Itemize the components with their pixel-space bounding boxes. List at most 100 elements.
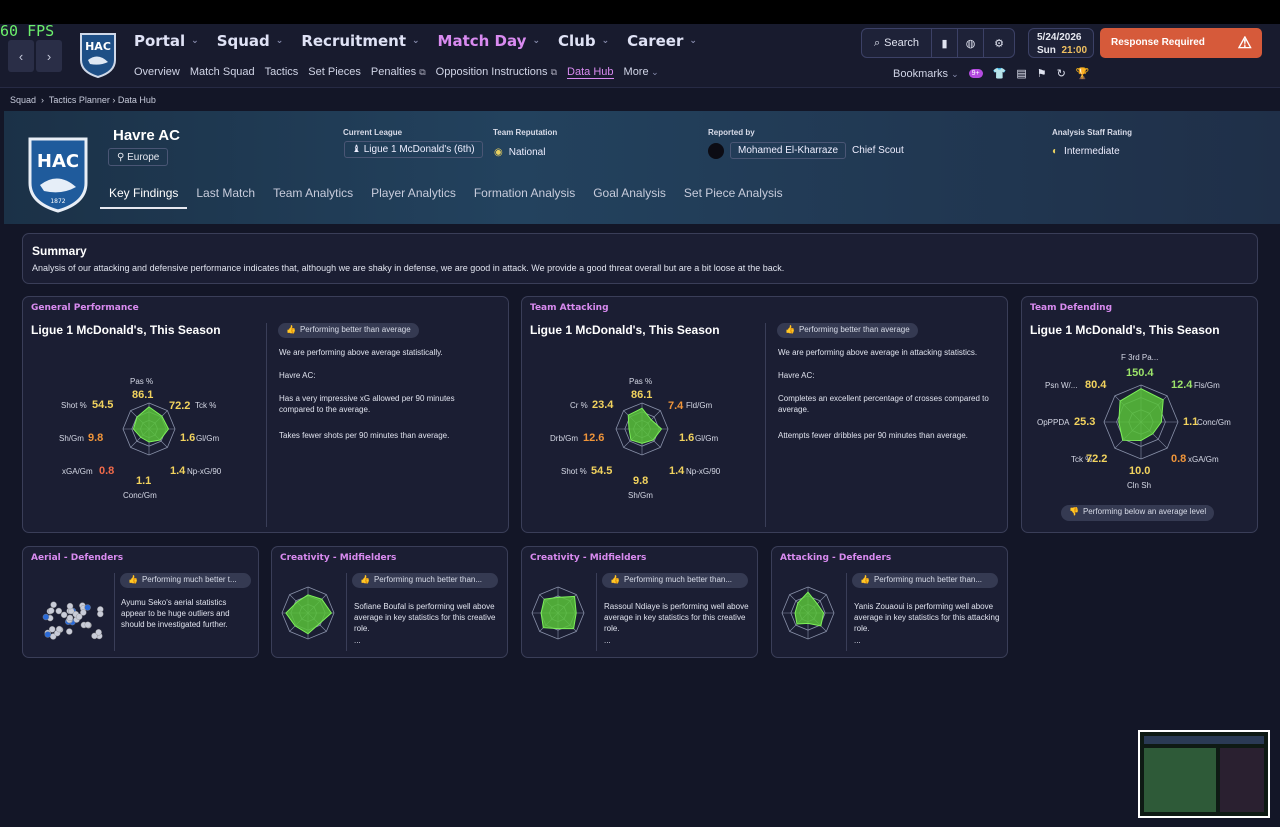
subnav-data-hub[interactable]: Data Hub — [567, 66, 614, 79]
scout-info[interactable]: Mohamed El-Kharraze Chief Scout — [708, 142, 904, 159]
aerial-defenders-card[interactable]: Aerial - Defenders 👍 Performing much bett… — [22, 546, 259, 658]
nav-club[interactable]: Club ⌄ — [558, 32, 609, 50]
bookmark-icon[interactable]: ▮ — [932, 29, 958, 57]
team-header: HAC 1872 Havre AC ⚲ Europe Current Leagu… — [4, 111, 1280, 224]
stat-value: 86.1 — [631, 389, 653, 401]
card-title: Creativity - Midfielders — [280, 553, 397, 563]
inbox-badge[interactable]: 9+ — [968, 69, 983, 78]
card-title: General Performance — [31, 303, 139, 313]
scatter-point — [56, 625, 63, 633]
date-widget[interactable]: 5/24/2026 Sun 21:00 — [1028, 28, 1094, 58]
stat-value: 12.4 — [1171, 379, 1193, 391]
response-required-button[interactable]: Response Required ⚠ — [1100, 28, 1262, 58]
stat-label: xGA/Gm — [1188, 455, 1219, 464]
scatter-point — [95, 629, 102, 636]
thumbs-up-icon: 👍 — [360, 575, 370, 584]
scatter-point — [47, 607, 55, 614]
stat-label: Gl/Gm — [196, 434, 220, 443]
svg-text:1872: 1872 — [50, 198, 65, 205]
stat-label: Sh/Gm — [59, 434, 84, 443]
attacking-defenders-card[interactable]: Attacking - Defenders 👍 Performing much b… — [771, 546, 1008, 658]
finding-text: Completes an excellent percentage of cro… — [778, 394, 989, 414]
thumbs-up-icon: 👍 — [610, 575, 620, 584]
minimap-preview[interactable] — [1138, 730, 1270, 818]
team-attacking-card[interactable]: Team Attacking Ligue 1 McDonald's, This … — [521, 296, 1008, 533]
tab-last-match[interactable]: Last Match — [187, 186, 264, 209]
subnav-overview[interactable]: Overview — [134, 66, 180, 79]
creativity-midfielders-card[interactable]: Creativity - Midfielders 👍 Performing muc… — [521, 546, 758, 658]
stat-value: 1.4 — [170, 465, 186, 477]
tab-goal-analysis[interactable]: Goal Analysis — [584, 186, 675, 209]
club-crest-icon[interactable]: HAC — [78, 30, 118, 78]
radar-chart — [781, 586, 835, 640]
subnav-more[interactable]: More ⌄ — [624, 66, 659, 79]
refresh-icon[interactable]: ↻ — [1057, 67, 1066, 80]
day: Sun — [1037, 45, 1056, 56]
divider — [114, 573, 115, 651]
scatter-point — [55, 607, 62, 615]
search-toolbar: ⌕ Search ▮ ◍ ⚙ — [861, 28, 1015, 58]
gear-icon[interactable]: ⚙ — [984, 29, 1014, 57]
stat-label: Pas % — [130, 377, 154, 386]
main-header: ‹ › HAC Portal ⌄ Squad ⌄ Recruitment ⌄ Matc… — [0, 24, 1280, 88]
thumbs-down-icon: 👎 — [1069, 507, 1079, 516]
thumbs-up-icon: 👍 — [785, 325, 795, 334]
finding-text: Havre AC: — [778, 371, 815, 380]
stat-value: 0.8 — [1171, 453, 1187, 465]
nav-career[interactable]: Career ⌄ — [627, 32, 697, 50]
time: 21:00 — [1061, 45, 1088, 56]
trophy-icon[interactable]: 🏆 — [1076, 67, 1090, 80]
league-value[interactable]: ♝ Ligue 1 McDonald's (6th) — [344, 141, 483, 158]
subnav-set-pieces[interactable]: Set Pieces — [308, 66, 361, 79]
scatter-point — [66, 602, 74, 610]
nav-recruitment[interactable]: Recruitment ⌄ — [301, 32, 419, 50]
card-subtitle: Ligue 1 McDonald's, This Season — [1030, 323, 1220, 337]
svg-text:HAC: HAC — [37, 151, 79, 172]
ball-icon[interactable]: ◍ — [958, 29, 984, 57]
scatter-point — [42, 613, 50, 621]
stat-value: 0.8 — [99, 465, 115, 477]
divider — [266, 323, 267, 527]
subnav-opposition[interactable]: Opposition Instructions ⧉ — [436, 66, 557, 79]
tab-team-analytics[interactable]: Team Analytics — [264, 186, 362, 209]
tab-formation-analysis[interactable]: Formation Analysis — [465, 186, 584, 209]
creativity-midfielders-card[interactable]: Creativity - Midfielders 👍 Performing muc… — [271, 546, 508, 658]
back-arrow-icon[interactable]: ‹ — [8, 40, 34, 72]
stat-label: Gl/Gm — [695, 434, 719, 443]
nav-match-day[interactable]: Match Day ⌄ — [438, 32, 540, 50]
training-icon[interactable]: ⚑ — [1037, 67, 1047, 80]
stat-value: 12.6 — [583, 432, 605, 444]
crumb-tactics-planner[interactable]: Tactics Planner — [49, 95, 110, 105]
date: 5/24/2026 — [1037, 32, 1082, 43]
stat-value: 23.4 — [592, 399, 614, 411]
finding-text: Ayumu Seko's aerial statistics appear to… — [121, 598, 230, 629]
forward-arrow-icon[interactable]: › — [36, 40, 62, 72]
tab-set-piece-analysis[interactable]: Set Piece Analysis — [675, 186, 792, 209]
scatter-point — [84, 621, 91, 628]
more-ellipsis: ... — [354, 636, 361, 645]
more-ellipsis: ... — [854, 636, 861, 645]
radar-chart — [281, 586, 335, 640]
scatter-point — [66, 628, 73, 635]
crumb-squad[interactable]: Squad — [10, 95, 36, 105]
subnav-tactics[interactable]: Tactics — [265, 66, 299, 79]
divider — [765, 323, 766, 527]
card-title: Aerial - Defenders — [31, 553, 124, 563]
card-subtitle: Ligue 1 McDonald's, This Season — [530, 323, 720, 337]
nav-squad[interactable]: Squad ⌄ — [217, 32, 284, 50]
subnav-match-squad[interactable]: Match Squad — [190, 66, 255, 79]
team-defending-card[interactable]: Team Defending Ligue 1 McDonald's, This … — [1021, 296, 1258, 533]
tab-key-findings[interactable]: Key Findings — [100, 186, 188, 209]
clipboard-icon[interactable]: ▤ — [1016, 67, 1026, 80]
tab-player-analytics[interactable]: Player Analytics — [362, 186, 465, 209]
search-button[interactable]: ⌕ Search — [862, 29, 932, 57]
stat-value: 1.4 — [669, 465, 685, 477]
bookmarks-dropdown[interactable]: Bookmarks ⌄ — [893, 68, 959, 80]
rating-icon: ◐ — [1052, 146, 1059, 157]
subnav-penalties[interactable]: Penalties ⧉ — [371, 66, 426, 79]
general-performance-card[interactable]: General Performance Ligue 1 McDonald's, … — [22, 296, 509, 533]
nav-portal[interactable]: Portal ⌄ — [134, 32, 199, 50]
shirt-icon[interactable]: 👕 — [993, 67, 1007, 80]
reported-by-label: Reported by — [708, 128, 755, 137]
more-ellipsis: ... — [604, 636, 611, 645]
